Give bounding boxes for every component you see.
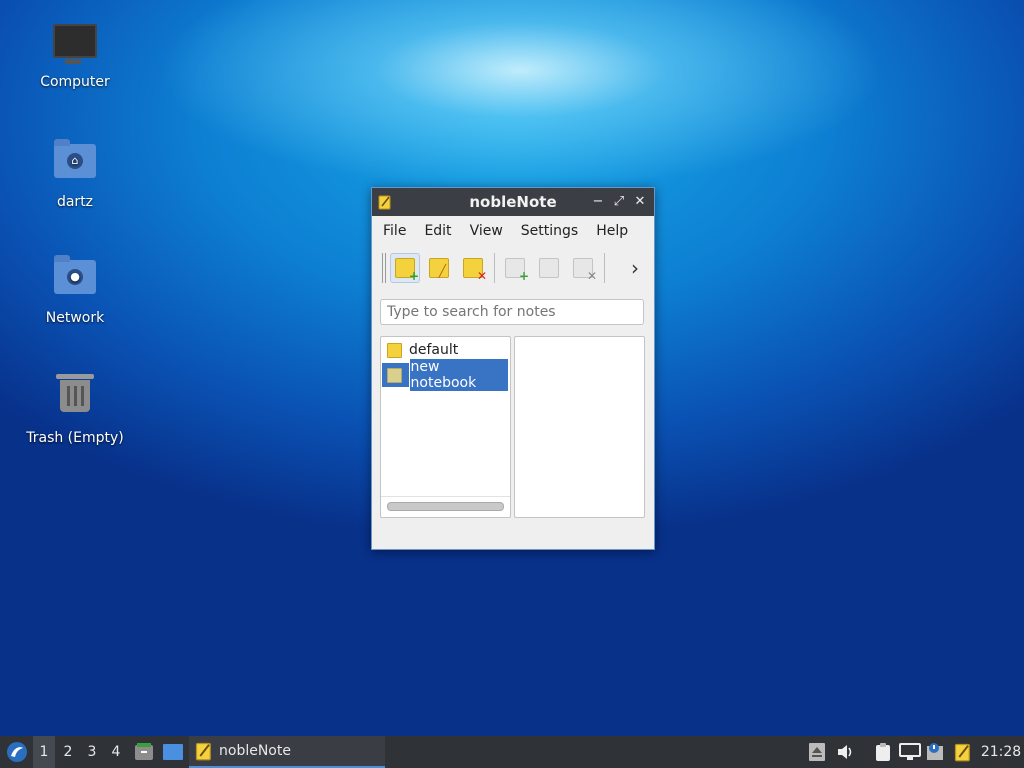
noblenote-window: nobleNote − ⤢ ✕ File Edit View Settings … [371,187,655,550]
delete-note-button[interactable]: ✕ [458,253,488,283]
file-manager-icon [135,743,153,760]
application-menu-button[interactable] [4,736,30,768]
workspace-2[interactable]: 2 [57,736,79,768]
task-label: nobleNote [219,743,291,759]
new-notebook-icon: + [505,258,529,282]
computer-icon [53,24,97,68]
menu-view[interactable]: View [462,223,511,239]
notebook-label: default [409,342,459,358]
note-list[interactable] [514,336,645,518]
minimize-button[interactable]: − [590,193,606,211]
notebook-list[interactable]: default new notebook [380,336,511,518]
toolbar: + ╱ ✕ + ✕ › [372,246,654,286]
desktop-icon-label: Trash (Empty) [26,430,124,446]
delete-notebook-button[interactable]: ✕ [568,253,598,283]
home-folder-icon: ⌂ [53,139,97,188]
noblenote-tray-icon[interactable] [953,742,973,762]
desktop-icon [163,744,183,760]
trash-icon [53,374,97,424]
lubuntu-logo-icon [7,742,27,762]
workspace-4[interactable]: 4 [105,736,127,768]
menu-bar: File Edit View Settings Help [372,216,654,246]
menu-file[interactable]: File [375,223,414,239]
horizontal-scrollbar[interactable] [381,496,510,517]
taskbar: 1 2 3 4 nobleNote 21:28 [0,736,1024,768]
delete-note-icon: ✕ [463,258,487,282]
volume-icon[interactable] [836,742,856,762]
toolbar-handle[interactable] [382,253,383,283]
workspace-1[interactable]: 1 [33,736,55,768]
menu-edit[interactable]: Edit [416,223,459,239]
close-button[interactable]: ✕ [632,193,648,211]
network-icon[interactable] [899,742,921,762]
desktop-icon-label: Computer [40,74,110,90]
new-note-icon: + [395,258,419,282]
desktop-icon-network[interactable]: ● Network [20,254,130,326]
show-desktop-button[interactable] [161,736,185,768]
clock[interactable]: 21:28 [978,736,1024,768]
clipboard-icon[interactable] [873,742,893,762]
network-folder-icon: ● [53,255,97,304]
taskbar-task-noblenote[interactable]: nobleNote [189,736,385,768]
eject-icon[interactable] [808,742,826,762]
window-titlebar[interactable]: nobleNote − ⤢ ✕ [372,188,654,216]
workspace-3[interactable]: 3 [81,736,103,768]
notebook-item-new-notebook[interactable]: new notebook [382,358,509,392]
search-input[interactable] [380,299,644,325]
notebook-icon [387,367,402,383]
desktop-icon-computer[interactable]: Computer [20,20,130,90]
toolbar-separator [604,253,605,283]
desktop-icon-trash[interactable]: Trash (Empty) [20,370,130,446]
desktop-icon-home[interactable]: ⌂ dartz [20,138,130,210]
new-notebook-button[interactable]: + [500,253,530,283]
notebook-rename-editor[interactable]: new notebook [408,358,509,392]
notebook-icon [387,342,402,358]
toolbar-overflow-chevron-icon[interactable]: › [620,253,650,283]
desktop-icon-label: Network [45,310,105,326]
noblenote-app-icon [195,742,211,761]
edit-note-button[interactable]: ╱ [424,253,454,283]
rename-notebook-icon [539,258,559,278]
desktop-icon-label: dartz [56,194,94,210]
rename-notebook-button[interactable] [534,253,564,283]
menu-settings[interactable]: Settings [513,223,586,239]
maximize-button[interactable]: ⤢ [611,193,627,211]
menu-help[interactable]: Help [588,223,636,239]
file-manager-launcher[interactable] [133,736,155,768]
edit-note-icon: ╱ [429,258,449,278]
toolbar-separator [494,253,495,283]
new-note-button[interactable]: + [390,253,420,283]
toolbar-handle [385,253,386,283]
update-notifier-icon[interactable] [926,742,944,762]
scrollbar-handle[interactable] [387,502,504,511]
delete-notebook-icon: ✕ [573,258,597,282]
